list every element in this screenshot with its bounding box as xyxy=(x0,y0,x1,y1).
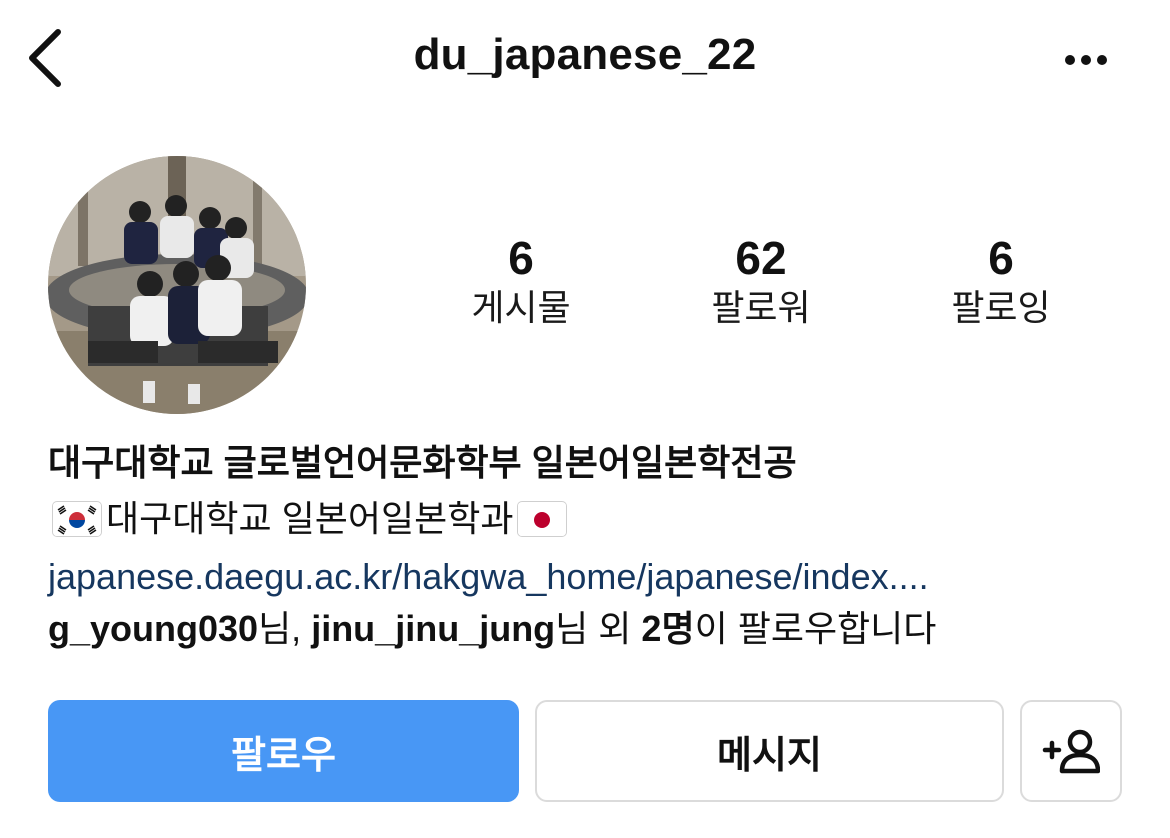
posts-label: 게시물 xyxy=(471,287,571,328)
korea-flag-icon xyxy=(52,501,102,537)
more-horizontal-icon xyxy=(1065,55,1107,65)
avatar-photo xyxy=(48,156,306,414)
message-button[interactable]: 메시지 xyxy=(535,700,1004,802)
followed-by-separator-2: 님 외 xyxy=(555,608,642,649)
top-bar: du_japanese_22 xyxy=(0,0,1170,120)
suggested-accounts-button[interactable] xyxy=(1020,700,1122,802)
follow-button[interactable]: 팔로우 xyxy=(48,700,519,802)
stat-following[interactable]: 6 팔로잉 xyxy=(891,232,1111,332)
profile-display-name: 대구대학교 글로벌언어문화학부 일본어일본학전공 xyxy=(48,442,797,483)
profile-website-link[interactable]: japanese.daegu.ac.kr/hakgwa_home/japanes… xyxy=(48,554,1148,600)
profile-avatar[interactable] xyxy=(48,156,306,414)
profile-bio-text: 대구대학교 일본어일본학과 xyxy=(106,498,514,539)
profile-bio: 대구대학교 일본어일본학과 xyxy=(48,496,1148,542)
more-options-button[interactable] xyxy=(1058,44,1114,76)
following-label: 팔로잉 xyxy=(951,287,1051,328)
add-person-icon xyxy=(1042,729,1100,774)
follower-username-1[interactable]: g_young030 xyxy=(48,608,258,649)
followers-label: 팔로워 xyxy=(711,287,811,328)
followed-by-others-count[interactable]: 2명 xyxy=(641,608,694,649)
followed-by-text[interactable]: g_young030님, jinu_jinu_jung님 외 2명이 팔로우합니… xyxy=(48,606,1148,652)
profile-username: du_japanese_22 xyxy=(413,30,757,79)
stat-followers[interactable]: 62 팔로워 xyxy=(651,232,871,332)
followed-by-suffix: 이 팔로우합니다 xyxy=(694,608,937,649)
posts-count: 6 xyxy=(508,232,534,284)
following-count: 6 xyxy=(988,232,1014,284)
follower-username-2[interactable]: jinu_jinu_jung xyxy=(311,608,555,649)
followers-count: 62 xyxy=(735,232,787,284)
followed-by-separator-1: 님, xyxy=(258,608,312,649)
stat-posts[interactable]: 6 게시물 xyxy=(411,232,631,332)
japan-flag-icon xyxy=(517,501,568,537)
